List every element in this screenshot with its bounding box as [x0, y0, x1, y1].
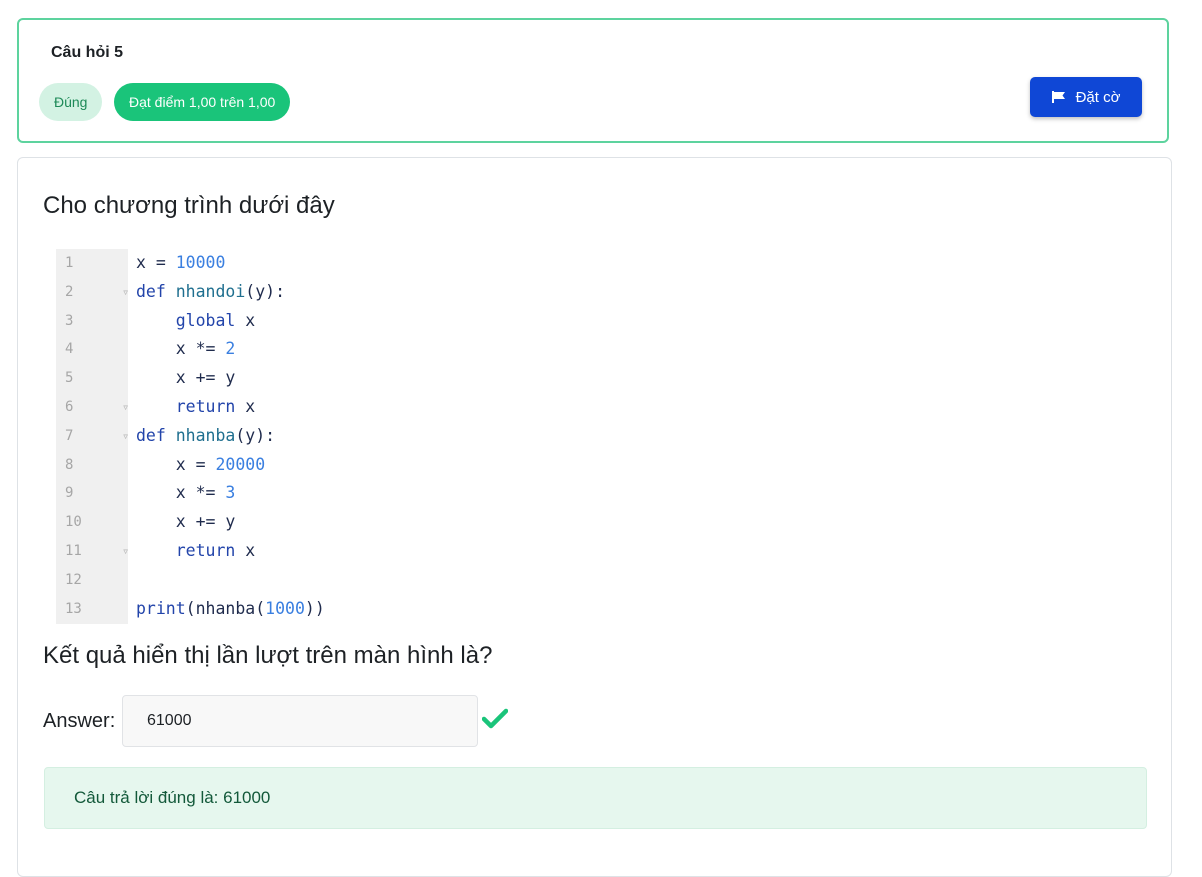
code-line-number: 6 [65, 399, 74, 415]
question-prompt: Kết quả hiển thị lần lượt trên màn hình … [43, 642, 493, 669]
flag-button-label: Đặt cờ [1075, 88, 1121, 106]
code-line-number: 13 [65, 600, 82, 617]
code-line-text: return x [175, 541, 256, 560]
feedback-correct-answer: Câu trả lời đúng là: 61000 [44, 767, 1147, 829]
answer-label: Answer: [43, 710, 116, 732]
code-line-text: x += y [136, 512, 236, 532]
code-line-number: 12 [65, 571, 82, 588]
question-title: Câu hỏi 5 [51, 44, 124, 61]
fold-marker-icon: ▿ [122, 284, 130, 299]
state-badge: Đúng [39, 83, 103, 121]
question-content: Cho chương trình dưới đây 1 x = 10000 2 ▿ de… [17, 157, 1172, 877]
code-image: 1 x = 10000 2 ▿ def nhandoi(y): 3 global x 4 x… [56, 249, 476, 624]
question-info: Câu hỏi 5 Đúng Đạt điểm 1,00 trên 1,00 Đ… [17, 18, 1169, 143]
code-line-number: 7 [65, 427, 74, 444]
code-line-text: x += y [136, 368, 236, 388]
code-line-text: global x [175, 310, 256, 330]
grade-badge: Đạt điểm 1,00 trên 1,00 [114, 83, 291, 121]
code-line-number: 4 [65, 341, 74, 358]
fold-marker-icon: ▿ [122, 428, 130, 443]
code-line-text: x *= 2 [136, 339, 236, 359]
answer-input[interactable]: 61000 [122, 695, 478, 747]
check-icon [481, 708, 509, 735]
code-line-text: def nhanba(y): [136, 425, 276, 445]
code-line-text: print(nhanba(1000)) [136, 598, 325, 618]
code-line-text: x = 10000 [136, 253, 226, 272]
code-line-number: 8 [65, 456, 74, 473]
flag-icon [1051, 91, 1066, 103]
code-line-number: 1 [65, 255, 74, 271]
code-line-number: 2 [65, 283, 74, 300]
code-line-text: x = 20000 [136, 454, 266, 474]
code-line-number: 9 [65, 485, 74, 502]
code-line-number: 10 [65, 514, 82, 531]
code-line-number: 3 [65, 312, 74, 329]
code-line-number: 5 [65, 370, 74, 387]
flag-button[interactable]: Đặt cờ [1030, 77, 1142, 117]
fold-marker-icon: ▿ [122, 544, 130, 558]
code-line-text: return x [175, 397, 256, 416]
code-line-text: x *= 3 [136, 483, 236, 503]
fold-marker-icon: ▿ [122, 400, 130, 414]
code-line-text: def nhandoi(y): [136, 281, 286, 301]
question-intro: Cho chương trình dưới đây [43, 192, 335, 219]
code-line-number: 11 [65, 543, 82, 559]
